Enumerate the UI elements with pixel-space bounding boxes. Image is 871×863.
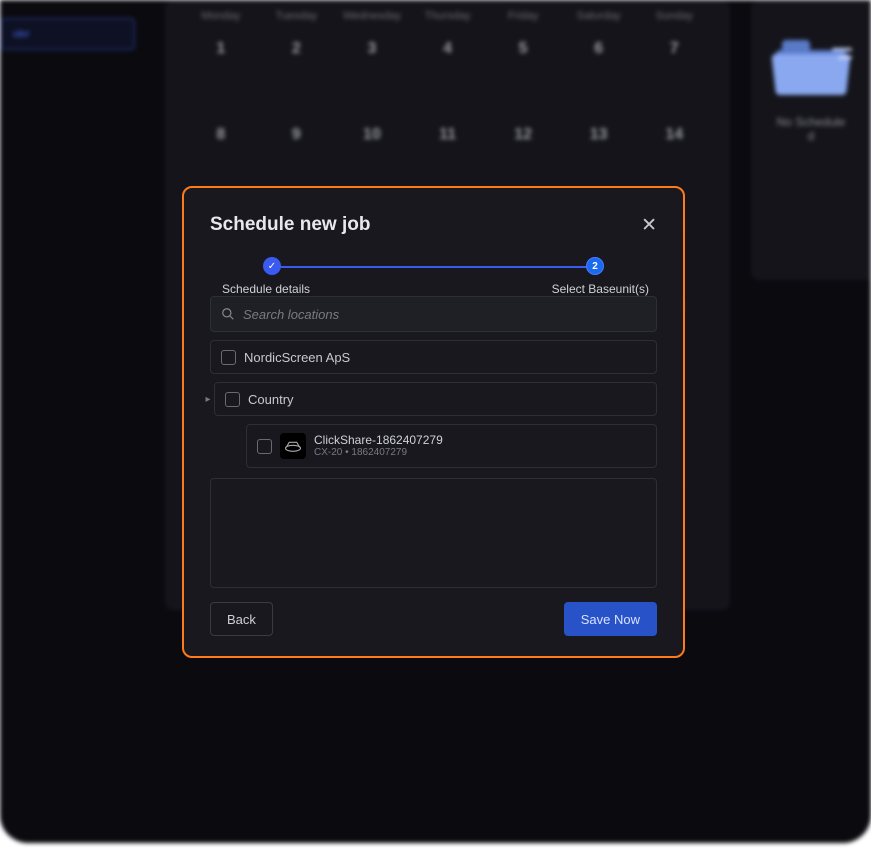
device-icon (280, 433, 306, 459)
step-number: 2 (592, 261, 598, 272)
checkmark-icon: ✓ (268, 261, 276, 272)
org-label: NordicScreen ApS (244, 350, 350, 365)
device-checkbox[interactable] (257, 439, 272, 454)
group-row[interactable]: Country (214, 382, 657, 416)
search-locations-field[interactable] (210, 296, 657, 332)
device-meta: ClickShare-1862407279 CX-20 • 1862407279 (314, 433, 443, 459)
calendar-row: 1 2 3 4 5 6 7 (179, 40, 716, 58)
chevron-right-icon[interactable]: ▸ (202, 394, 214, 405)
back-button[interactable]: Back (210, 602, 273, 636)
group-checkbox[interactable] (225, 392, 240, 407)
modal-footer: Back Save Now (210, 602, 657, 636)
device-row[interactable]: ClickShare-1862407279 CX-20 • 1862407279 (246, 424, 657, 468)
device-sub: CX-20 • 1862407279 (314, 447, 443, 459)
search-icon (221, 307, 235, 321)
step-2-label: Select Baseunit(s) (552, 282, 649, 296)
group-label: Country (248, 392, 294, 407)
org-checkbox[interactable] (221, 350, 236, 365)
empty-state-panel: No Schedule d (751, 0, 871, 280)
empty-state-text: No Schedule (777, 115, 846, 129)
empty-state-text: d (808, 129, 815, 143)
save-label: Save Now (581, 612, 640, 627)
search-input[interactable] (243, 307, 646, 322)
schedule-job-modal: Schedule new job ✕ ✓ 2 Schedule details … (182, 186, 685, 658)
wizard-stepper: ✓ 2 Schedule details Select Baseunit(s) (258, 256, 609, 282)
close-button[interactable]: ✕ (641, 216, 657, 235)
modal-header: Schedule new job ✕ (210, 214, 657, 236)
org-row[interactable]: NordicScreen ApS (210, 340, 657, 374)
folder-icon (776, 40, 846, 95)
modal-title: Schedule new job (210, 214, 370, 236)
sidebar-nav-label: uler (13, 29, 30, 40)
save-now-button[interactable]: Save Now (564, 602, 657, 636)
close-icon: ✕ (641, 215, 657, 236)
calendar-headers: Monday Tuesday Wednesday Thursday Friday… (179, 10, 716, 22)
back-label: Back (227, 612, 256, 627)
modal-content: NordicScreen ApS ▸ Country ClickShare-18… (210, 296, 657, 588)
calendar-row: 8 9 10 11 12 13 14 (179, 126, 716, 144)
device-name: ClickShare-1862407279 (314, 433, 443, 447)
step-2-indicator[interactable]: 2 (586, 257, 604, 275)
tree-empty-space (210, 478, 657, 588)
step-1-label: Schedule details (222, 282, 310, 296)
baseunit-icon (284, 440, 302, 452)
step-1-indicator[interactable]: ✓ (263, 257, 281, 275)
sidebar-nav-item: uler (0, 18, 135, 50)
stepper-line (272, 266, 595, 268)
